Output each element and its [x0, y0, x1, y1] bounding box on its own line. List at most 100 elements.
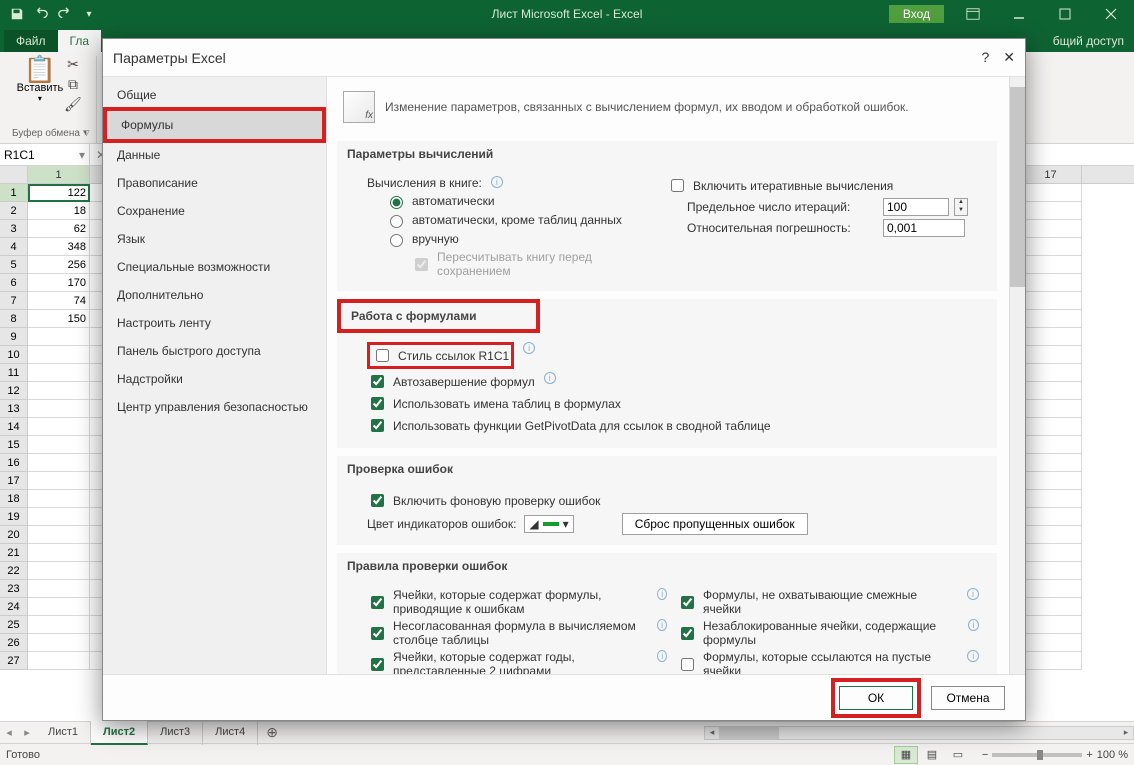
dialog-nav-item[interactable]: Дополнительно [103, 281, 326, 309]
checkbox-rule-formula-errors[interactable]: Ячейки, которые содержат формулы, привод… [367, 588, 648, 616]
row-header[interactable]: 18 [0, 490, 28, 508]
checkbox-rule-inconsistent-column[interactable]: Несогласованная формула в вычисляемом ст… [367, 619, 648, 647]
row-header[interactable]: 22 [0, 562, 28, 580]
cell[interactable] [28, 364, 90, 382]
row-header[interactable]: 15 [0, 436, 28, 454]
undo-icon[interactable] [30, 3, 52, 25]
horizontal-scrollbar[interactable]: ◂ ▸ [704, 726, 1134, 740]
view-page-break-icon[interactable]: ▭ [946, 746, 970, 764]
row-header[interactable]: 12 [0, 382, 28, 400]
sheet-tab[interactable]: Лист1 [36, 721, 91, 745]
cell[interactable] [1020, 652, 1082, 670]
info-icon[interactable]: i [544, 372, 556, 384]
checkbox-table-names[interactable]: Использовать имена таблиц в формулах [367, 394, 621, 413]
cell[interactable] [1020, 544, 1082, 562]
checkbox-getpivotdata[interactable]: Использовать функции GetPivotData для сс… [367, 416, 771, 435]
row-header[interactable]: 16 [0, 454, 28, 472]
cell[interactable]: 74 [28, 292, 90, 310]
column-header[interactable]: 17 [1020, 166, 1082, 183]
info-icon[interactable]: i [657, 619, 667, 631]
row-header[interactable]: 5 [0, 256, 28, 274]
max-iterations-spinner[interactable]: ▲▼ [954, 198, 968, 216]
cell[interactable] [1020, 526, 1082, 544]
row-header[interactable]: 17 [0, 472, 28, 490]
row-header[interactable]: 4 [0, 238, 28, 256]
cell[interactable] [1020, 634, 1082, 652]
max-iterations-input[interactable] [883, 198, 949, 216]
dialog-nav-item[interactable]: Надстройки [103, 365, 326, 393]
minimize-icon[interactable] [996, 0, 1042, 28]
scroll-thumb[interactable] [719, 727, 779, 739]
row-header[interactable]: 26 [0, 634, 28, 652]
cell[interactable] [28, 508, 90, 526]
checkbox-bg-error-check[interactable]: Включить фоновую проверку ошибок [367, 491, 600, 510]
dialog-nav-item[interactable]: Данные [103, 141, 326, 169]
dialog-nav-item[interactable]: Общие [103, 81, 326, 109]
cell[interactable] [28, 436, 90, 454]
scroll-right-icon[interactable]: ▸ [1119, 727, 1133, 738]
row-header[interactable]: 25 [0, 616, 28, 634]
dialog-nav-item[interactable]: Специальные возможности [103, 253, 326, 281]
dialog-nav-item[interactable]: Формулы [107, 111, 322, 139]
cell[interactable] [28, 580, 90, 598]
cell[interactable] [28, 328, 90, 346]
info-icon[interactable]: i [523, 342, 535, 354]
dialog-nav-item[interactable]: Настроить ленту [103, 309, 326, 337]
row-header[interactable]: 9 [0, 328, 28, 346]
cell[interactable] [1020, 436, 1082, 454]
info-icon[interactable]: i [657, 650, 667, 662]
cell[interactable] [1020, 580, 1082, 598]
scroll-left-icon[interactable]: ◂ [705, 727, 719, 738]
tab-home[interactable]: Гла [58, 30, 102, 52]
cell[interactable] [28, 544, 90, 562]
row-header[interactable]: 2 [0, 202, 28, 220]
cell[interactable] [28, 490, 90, 508]
info-icon[interactable]: i [967, 650, 979, 662]
cell[interactable] [28, 382, 90, 400]
cell[interactable]: 62 [28, 220, 90, 238]
sheet-tab[interactable]: Лист4 [203, 721, 258, 745]
row-header[interactable]: 21 [0, 544, 28, 562]
cell[interactable] [1020, 418, 1082, 436]
dialog-close-icon[interactable]: ✕ [1003, 49, 1015, 66]
name-box[interactable]: R1C1 ▾ [0, 144, 90, 165]
cell[interactable]: 170 [28, 274, 90, 292]
row-header[interactable]: 14 [0, 418, 28, 436]
cell[interactable] [1020, 400, 1082, 418]
cell[interactable] [28, 652, 90, 670]
save-icon[interactable] [6, 3, 28, 25]
checkbox-autocomplete[interactable]: Автозавершение формул [367, 372, 535, 391]
cell[interactable] [28, 598, 90, 616]
ok-button[interactable]: ОК [839, 686, 913, 710]
row-header[interactable]: 10 [0, 346, 28, 364]
cell[interactable] [1020, 292, 1082, 310]
sheet-nav-next-icon[interactable]: ▸ [18, 726, 36, 739]
row-header[interactable]: 13 [0, 400, 28, 418]
sheet-tab[interactable]: Лист3 [148, 721, 203, 745]
indicator-color-picker[interactable]: ◢ ▾ [524, 515, 573, 533]
info-icon[interactable]: i [968, 619, 979, 631]
column-header[interactable]: 1 [28, 166, 90, 183]
view-page-layout-icon[interactable]: ▤ [920, 746, 944, 764]
row-header[interactable]: 20 [0, 526, 28, 544]
cell[interactable] [1020, 274, 1082, 292]
cell[interactable] [28, 472, 90, 490]
dialog-nav-item[interactable]: Язык [103, 225, 326, 253]
cell[interactable] [1020, 562, 1082, 580]
cell[interactable]: 150 [28, 310, 90, 328]
cell[interactable] [1020, 382, 1082, 400]
cell[interactable]: 18 [28, 202, 90, 220]
cancel-button[interactable]: Отмена [931, 686, 1005, 710]
cell[interactable] [1020, 328, 1082, 346]
dialog-nav-item[interactable]: Панель быстрого доступа [103, 337, 326, 365]
paste-button[interactable]: 📋 Вставить ▾ [20, 56, 60, 126]
checkbox-rule-two-digit-year[interactable]: Ячейки, которые содержат годы, представл… [367, 650, 648, 674]
info-icon[interactable]: i [657, 588, 667, 600]
format-painter-icon[interactable]: 🖌 [64, 96, 82, 114]
copy-icon[interactable]: ⧉ [64, 76, 82, 94]
max-change-input[interactable] [883, 219, 965, 237]
cell[interactable] [28, 400, 90, 418]
cell[interactable] [28, 526, 90, 544]
row-header[interactable]: 6 [0, 274, 28, 292]
checkbox-rule-empty-refs[interactable]: Формулы, которые ссылаются на пустые яче… [677, 650, 958, 674]
